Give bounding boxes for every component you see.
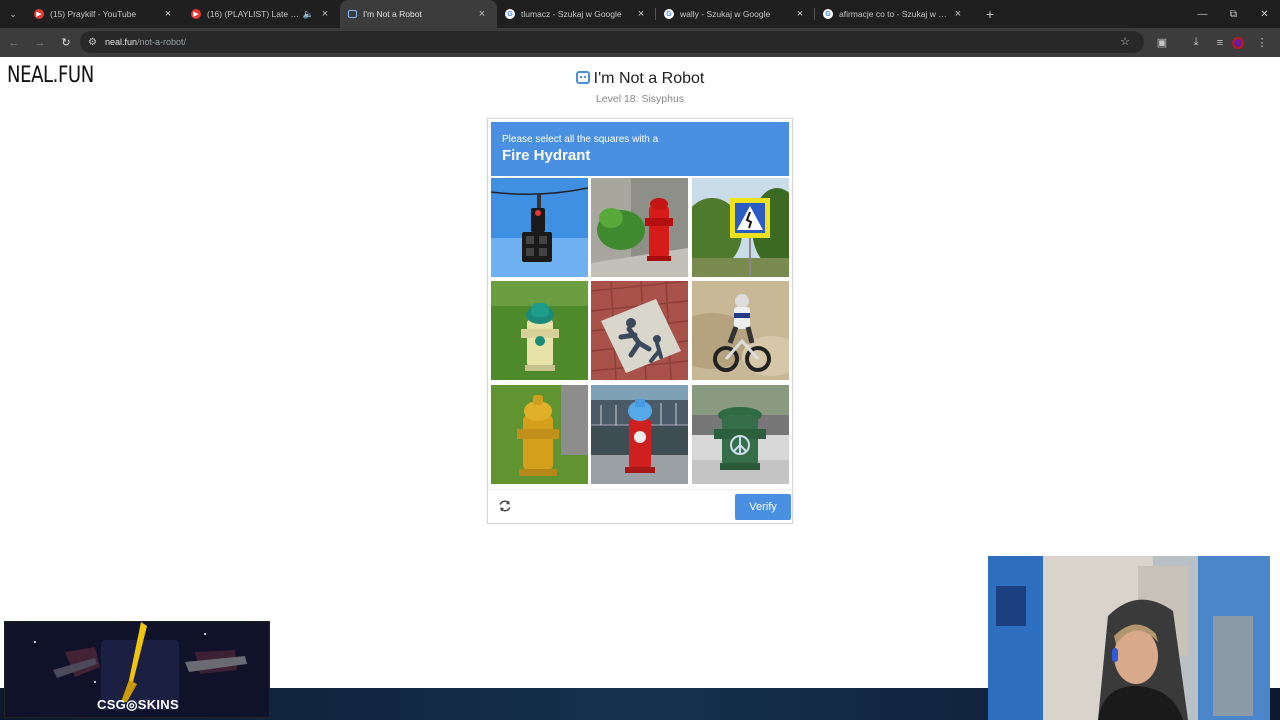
page-title: I'm Not a Robot	[0, 70, 1280, 88]
window-controls: — ⧉ ✕	[1187, 0, 1280, 28]
extensions-icon[interactable]: ▣	[1150, 31, 1174, 55]
close-icon[interactable]: ×	[634, 8, 648, 20]
browser-toolbar: ← → ↻ ⚙ neal.fun/not-a-robot/ ☆ ▣ ⤓ ≡ ⋮	[0, 28, 1280, 57]
sponsor-name: CSG◎SKINS	[97, 697, 179, 712]
captcha-footer: Verify	[488, 489, 794, 523]
tab-search-icon[interactable]: ⌄	[0, 0, 26, 28]
close-icon[interactable]: ×	[475, 8, 489, 20]
speaker-icon[interactable]: 🔈	[303, 9, 314, 20]
streamer-camera-feed	[988, 556, 1270, 720]
address-bar[interactable]: ⚙ neal.fun/not-a-robot/ ☆	[80, 31, 1144, 53]
tab-title: tlumacz - Szukaj w Google	[521, 9, 622, 19]
page-title-text: I'm Not a Robot	[593, 70, 705, 87]
url-domain: neal.fun	[104, 37, 137, 47]
close-icon[interactable]: ×	[318, 8, 332, 20]
site-info-icon[interactable]: ⚙	[88, 37, 97, 48]
tab-google-tlumacz[interactable]: G tlumacz - Szukaj w Google ×	[497, 0, 656, 28]
tab-title: (15) Praykilf - YouTube	[50, 9, 137, 19]
restore-icon[interactable]: ⧉	[1218, 0, 1249, 28]
tile-pedestrian-marking[interactable]	[591, 281, 688, 380]
tile-crosswalk-sign[interactable]	[692, 178, 789, 277]
tile-red-hydrant-plant[interactable]	[591, 178, 688, 277]
close-icon[interactable]: ×	[793, 8, 807, 20]
tile-gold-hydrant[interactable]	[491, 385, 588, 484]
robot-icon	[348, 10, 357, 18]
google-icon: G	[823, 9, 833, 19]
google-icon: G	[505, 9, 515, 19]
avatar[interactable]	[1232, 36, 1244, 49]
tab-title: afirmacje co to - Szukaj w Goog	[839, 9, 951, 19]
back-icon[interactable]: ←	[2, 31, 26, 55]
youtube-icon: ▶	[191, 9, 201, 19]
tile-dirt-bike[interactable]	[692, 281, 789, 380]
captcha-target-object: Fire Hydrant	[502, 147, 591, 164]
tab-youtube-praykilf[interactable]: ▶ (15) Praykilf - YouTube ×	[26, 0, 183, 28]
tab-title: wally - Szukaj w Google	[680, 9, 771, 19]
reload-icon[interactable]: ↻	[54, 31, 78, 55]
captcha-header: Please select all the squares with a Fir…	[491, 122, 789, 176]
tab-not-a-robot[interactable]: I'm Not a Robot ×	[340, 0, 497, 28]
tile-green-hydrant[interactable]	[491, 281, 588, 380]
verify-button[interactable]: Verify	[735, 494, 791, 520]
tab-title: (16) (PLAYLIST) Late 2000's	[207, 9, 303, 19]
tab-youtube-playlist[interactable]: ▶ (16) (PLAYLIST) Late 2000's 🔈 ×	[183, 0, 340, 28]
bookmark-star-icon[interactable]: ☆	[1120, 35, 1130, 48]
tile-red-hydrant-street[interactable]	[591, 385, 688, 484]
new-tab-button[interactable]: +	[979, 6, 1001, 22]
google-icon: G	[664, 9, 674, 19]
url-path: /not-a-robot/	[137, 37, 187, 47]
tile-green-hydrant-peace[interactable]	[692, 385, 789, 484]
sponsor-banner: CSG◎SKINS	[4, 621, 270, 718]
url-text: neal.fun/not-a-robot/	[105, 37, 186, 47]
close-icon[interactable]: ×	[161, 8, 175, 20]
tab-title: I'm Not a Robot	[363, 9, 422, 19]
tile-traffic-light[interactable]	[491, 178, 588, 277]
toolbar-actions: ▣ ⤓ ≡ ⋮	[1150, 28, 1274, 57]
menu-icon[interactable]: ⋮	[1250, 31, 1274, 55]
captcha-grid	[491, 178, 789, 484]
tab-google-wally[interactable]: G wally - Szukaj w Google ×	[656, 0, 815, 28]
media-control-icon[interactable]: ≡	[1208, 31, 1232, 55]
captcha-widget: Please select all the squares with a Fir…	[487, 118, 794, 524]
forward-icon[interactable]: →	[28, 31, 52, 55]
robot-icon	[575, 71, 590, 84]
download-icon[interactable]: ⤓	[1184, 31, 1208, 55]
refresh-icon[interactable]	[496, 497, 514, 515]
youtube-icon: ▶	[34, 9, 44, 19]
webcam-overlay	[988, 556, 1270, 720]
close-window-icon[interactable]: ✕	[1249, 0, 1280, 28]
level-subtitle: Level 18: Sisyphus	[595, 93, 685, 105]
tab-strip: ⌄ ▶ (15) Praykilf - YouTube × ▶ (16) (PL…	[0, 0, 1280, 28]
tab-google-afirmacje[interactable]: G afirmacje co to - Szukaj w Goog ×	[815, 0, 973, 28]
captcha-prompt: Please select all the squares with a	[502, 134, 659, 145]
close-icon[interactable]: ×	[951, 8, 965, 20]
minimize-icon[interactable]: —	[1187, 0, 1218, 28]
